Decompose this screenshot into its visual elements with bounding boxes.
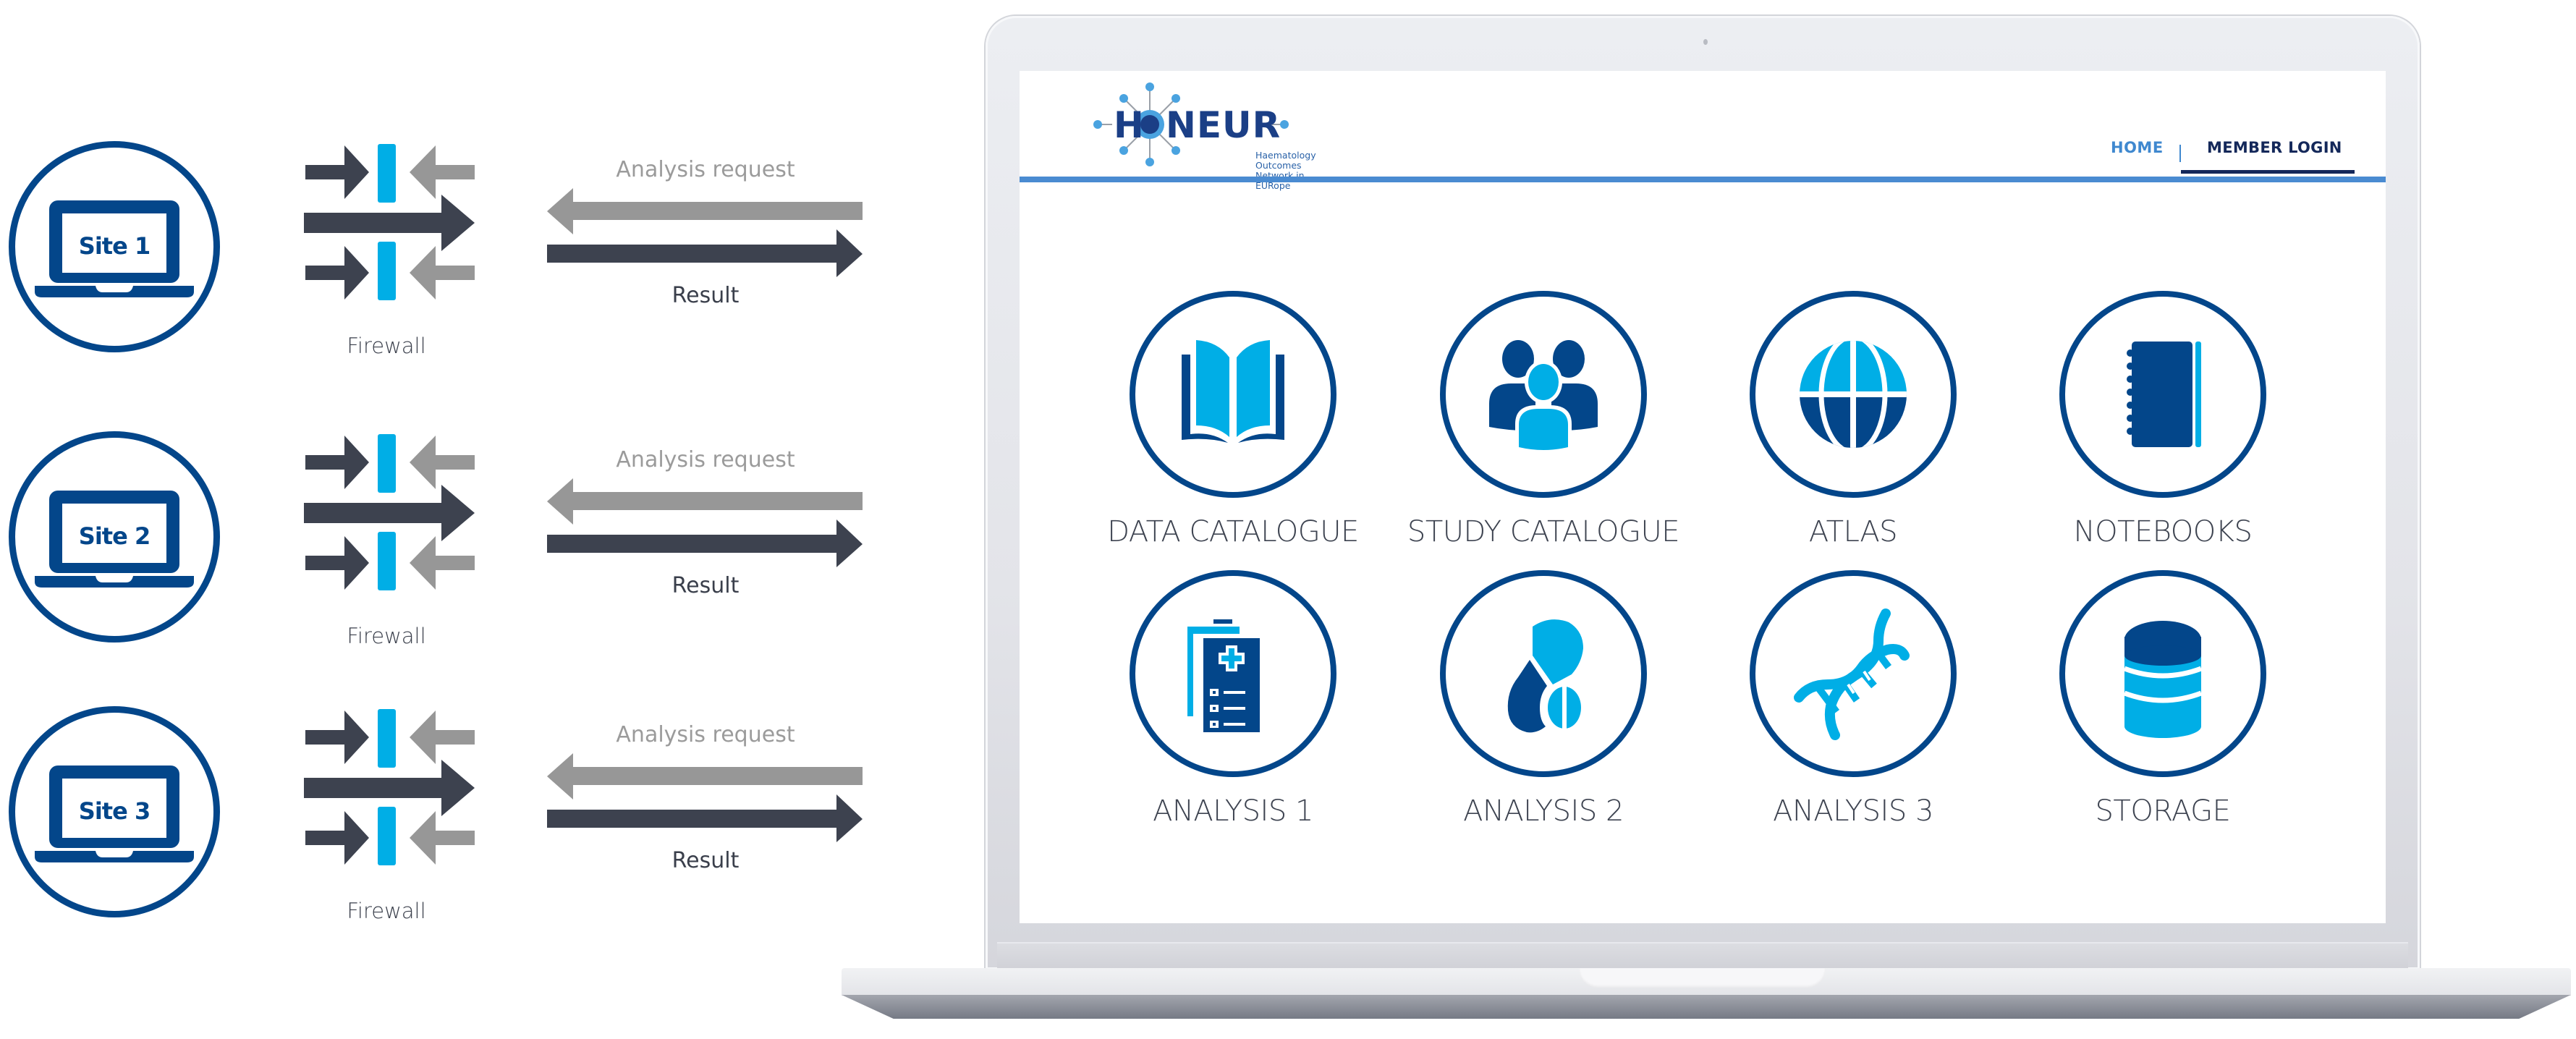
analysis-request-label: Analysis request <box>616 722 795 747</box>
pills-icon <box>1507 619 1585 733</box>
logo-wordmark-rest: NEUR <box>1166 104 1281 146</box>
request-result-arrows <box>547 753 863 842</box>
firewall-bar <box>378 242 396 300</box>
request-result-arrows <box>547 478 863 567</box>
inbound-arrow-icon <box>305 811 369 865</box>
inbound-arrow-icon <box>305 711 369 764</box>
tile-label[interactable]: ANALYSIS 2 <box>1388 794 1699 828</box>
people-group-icon <box>1489 340 1598 453</box>
firewall-label: Firewall <box>347 899 426 923</box>
firewall-bar <box>378 434 396 493</box>
result-arrow-icon <box>547 794 863 842</box>
nav-separator <box>2179 145 2181 162</box>
tile-analysis-1[interactable]: ANALYSIS 1 <box>1077 570 1389 845</box>
dna-icon <box>1784 605 1922 742</box>
medical-clipboard-icon <box>1187 619 1260 732</box>
firewall-label: Firewall <box>347 624 426 648</box>
outbound-arrow-icon <box>410 811 475 865</box>
tile-label[interactable]: ATLAS <box>1698 515 2009 548</box>
firewall-bar <box>378 807 396 865</box>
request-arrow-icon <box>547 478 863 525</box>
tile-label[interactable]: NOTEBOOKS <box>2007 515 2318 548</box>
tile-label[interactable]: STUDY CATALOGUE <box>1388 515 1699 548</box>
laptop-opening-notch <box>1579 968 1826 988</box>
request-arrow-icon <box>547 753 863 800</box>
inbound-arrow-icon <box>305 536 369 590</box>
nav-active-indicator <box>2181 170 2355 174</box>
firewall-bar <box>378 532 396 590</box>
site-label: Site 1 <box>78 232 151 260</box>
tile-label[interactable]: ANALYSIS 1 <box>1077 794 1389 828</box>
outbound-arrow-icon <box>410 246 475 300</box>
inbound-arrow-icon <box>305 436 369 489</box>
tile-label[interactable]: STORAGE <box>2007 794 2318 828</box>
outbound-arrow-icon <box>410 536 475 590</box>
firewall-icon <box>304 709 475 865</box>
outbound-arrow-icon <box>410 711 475 764</box>
portal-screen: H NEUR Haematology Outcomes Network in E… <box>1020 71 2386 923</box>
tile-label[interactable]: DATA CATALOGUE <box>1077 515 1389 548</box>
tile-data-catalogue[interactable]: DATA CATALOGUE <box>1077 291 1389 566</box>
notebook-icon <box>2127 342 2201 447</box>
result-arrow-icon <box>547 229 863 277</box>
site-label: Site 2 <box>78 522 151 550</box>
outbound-arrow-icon <box>410 436 475 489</box>
inbound-arrow-icon <box>305 246 369 300</box>
globe-icon <box>1784 326 1922 463</box>
laptop-base-underside <box>842 995 2571 1019</box>
tile-notebooks[interactable]: NOTEBOOKS <box>2007 291 2318 566</box>
inbound-arrow-icon <box>305 145 369 199</box>
logo-wordmark-h: H <box>1114 104 1144 146</box>
analysis-request-label: Analysis request <box>616 157 795 182</box>
honeur-logo[interactable]: H NEUR Haematology Outcomes Network in E… <box>1093 81 1325 191</box>
site-row-3: Site 3 Firewall Analysis request Result <box>0 706 883 996</box>
outbound-arrow-icon <box>410 145 475 199</box>
firewall-icon <box>304 434 475 590</box>
analysis-request-label: Analysis request <box>616 447 795 472</box>
laptop-chin <box>997 942 2408 970</box>
database-icon <box>2094 605 2232 742</box>
tile-analysis-3[interactable]: ANALYSIS 3 <box>1698 570 2009 845</box>
site-label: Site 3 <box>78 797 151 825</box>
firewall-icon <box>304 144 475 300</box>
logo-subtitle-line1: Haematology Outcomes <box>1255 150 1316 171</box>
result-label: Result <box>671 573 740 598</box>
nav-member-login-link[interactable]: MEMBER LOGIN <box>2207 139 2342 156</box>
result-label: Result <box>671 283 740 308</box>
nav-home-link[interactable]: HOME <box>2111 139 2164 156</box>
result-label: Result <box>671 848 740 873</box>
request-arrow-icon <box>547 188 863 234</box>
header-divider <box>1020 177 2386 182</box>
tile-storage[interactable]: STORAGE <box>2007 570 2318 845</box>
result-arrow-icon <box>547 520 863 567</box>
tile-label[interactable]: ANALYSIS 3 <box>1698 794 2009 828</box>
firewall-label: Firewall <box>347 334 426 358</box>
firewall-bar <box>378 144 396 203</box>
webcam-icon <box>1703 39 1708 45</box>
open-book-icon <box>1182 340 1284 443</box>
site-row-2: Site 2 Firewall Analysis request Result <box>0 431 883 721</box>
tile-study-catalogue[interactable]: STUDY CATALOGUE <box>1388 291 1699 566</box>
firewall-bar <box>378 709 396 768</box>
logo-subtitle: Haematology Outcomes Network in EURope <box>1255 150 1325 191</box>
request-result-arrows <box>547 188 863 277</box>
tile-analysis-2[interactable]: ANALYSIS 2 <box>1388 570 1699 845</box>
tile-atlas[interactable]: ATLAS <box>1698 291 2009 566</box>
site-row-1: Site 1 Firewall Analysis request Result <box>0 141 883 431</box>
